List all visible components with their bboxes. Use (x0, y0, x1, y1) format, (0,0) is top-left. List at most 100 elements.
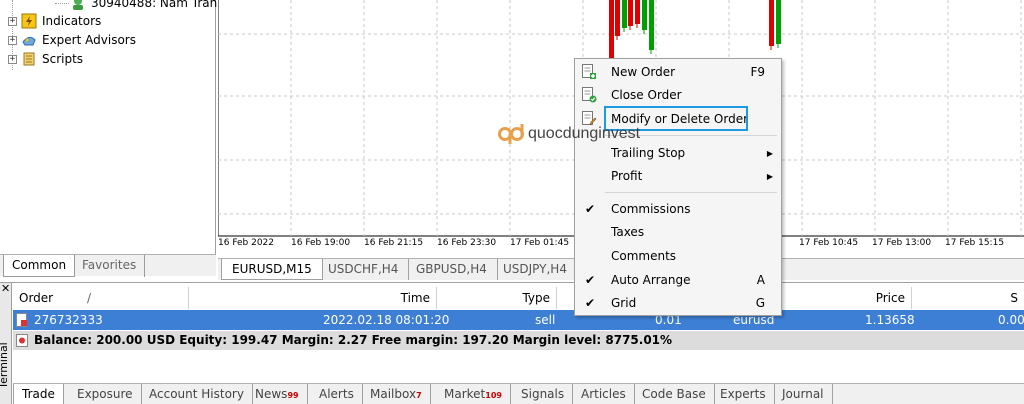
submenu-arrow-icon: ▶ (766, 171, 773, 181)
terminal-side-label: Terminal (0, 342, 10, 389)
time-axis-label: 17 Feb 10:45 (799, 238, 859, 248)
column-header-label: Order (19, 291, 54, 305)
menu-label: Grid (611, 296, 637, 310)
menu-item-auto-arrange[interactable]: ✔ Auto Arrange A (575, 269, 781, 291)
terminal-tabs: Trade Exposure Account History News99 Al… (13, 383, 1024, 404)
tab-label: News (255, 387, 288, 401)
menu-label: Profit (611, 169, 643, 183)
menu-item-close-order[interactable]: Close Order (575, 84, 781, 106)
tab-favorites[interactable]: Favorites (74, 255, 146, 277)
candle-body (642, 0, 647, 30)
candle-body (769, 0, 774, 46)
close-order-icon (581, 87, 597, 103)
tab-label: Experts (720, 387, 766, 401)
time-axis-label: 16 Feb 2022 (218, 238, 275, 248)
new-order-icon (581, 64, 597, 80)
menu-item-new-order[interactable]: New Order F9 (575, 61, 781, 83)
tab-news[interactable]: News99 (247, 384, 308, 404)
menu-label: Trailing Stop (611, 146, 686, 160)
menu-shortcut: G (755, 296, 765, 310)
navigator-panel: 30940488: Nam Tran + Indicators + Expert… (0, 0, 217, 277)
terminal-side-bar: ✕ Terminal (0, 283, 12, 404)
tab-label: Mailbox (370, 387, 417, 401)
column-header-price[interactable]: Price (780, 287, 912, 309)
tree-item-expert-advisors[interactable]: + Expert Advisors (8, 31, 136, 49)
menu-label: Commissions (611, 202, 691, 216)
sort-indicator: / (86, 291, 91, 305)
expand-icon[interactable]: + (8, 54, 17, 64)
menu-item-comments[interactable]: Comments (575, 245, 781, 267)
time-axis-label: 16 Feb 19:00 (291, 238, 351, 248)
candle-body (635, 0, 640, 24)
tab-label: Market (444, 387, 486, 401)
order-icon (16, 310, 28, 330)
tab-market[interactable]: Market109 (436, 384, 511, 404)
tab-label: Account History (149, 387, 244, 401)
tab-journal[interactable]: Journal (774, 384, 833, 404)
balance-row: Balance: 200.00 USD Equity: 199.47 Margi… (13, 331, 1024, 350)
time-axis-label: 17 Feb 13:00 (872, 238, 932, 248)
menu-label: Taxes (611, 225, 645, 239)
close-icon[interactable]: ✕ (1, 283, 10, 294)
account-icon (70, 0, 86, 11)
tab-label: Articles (581, 387, 626, 401)
chart-tab-usdjpy[interactable]: USDJPY,H4 (493, 259, 578, 280)
tab-signals[interactable]: Signals (513, 384, 574, 404)
chart-tab-usdchf[interactable]: USDCHF,H4 (318, 259, 410, 280)
tab-label: Signals (521, 387, 565, 401)
menu-label: Close Order (611, 88, 682, 102)
tree-label-indicators: Indicators (42, 14, 102, 28)
expand-icon[interactable]: + (8, 16, 17, 26)
tab-experts[interactable]: Experts (712, 384, 775, 404)
candle-body (776, 0, 781, 44)
order-id: 276732333 (34, 313, 103, 327)
menu-shortcut: A (756, 273, 765, 287)
chart-tab-gbpusd[interactable]: GBPUSD,H4 (406, 259, 498, 280)
checkmark-icon: ✔ (585, 296, 596, 310)
account-label: 30940488: Nam Tran (91, 0, 218, 10)
table-row[interactable]: 276732333 2022.02.18 08:01:20 sell 0.01 … (13, 310, 1024, 330)
time-axis-label: 17 Feb 15:15 (945, 238, 1005, 248)
tab-label: Trade (22, 387, 55, 401)
tab-articles[interactable]: Articles (573, 384, 635, 404)
account-item[interactable]: 30940488: Nam Tran (70, 0, 217, 12)
menu-item-taxes[interactable]: Taxes (575, 221, 781, 243)
tab-exposure[interactable]: Exposure (69, 384, 142, 404)
tree-item-indicators[interactable]: + Indicators (8, 12, 101, 30)
candle-body (622, 0, 627, 28)
mailbox-count-badge: 7 (416, 391, 422, 400)
menu-separator (605, 192, 777, 193)
column-header-order[interactable]: Order / (13, 287, 189, 309)
menu-shortcut: F9 (750, 65, 765, 79)
order-sl: 0.00 (998, 313, 1024, 327)
tree-label-expert-advisors: Expert Advisors (42, 33, 136, 47)
time-axis-label: 16 Feb 23:30 (437, 238, 497, 248)
time-axis-label: 17 Feb 01:45 (510, 238, 570, 248)
candle-body (609, 0, 614, 58)
tree-item-scripts[interactable]: + Scripts (8, 50, 83, 68)
chart-tab-eurusd[interactable]: EURUSD,M15 (221, 259, 323, 280)
tab-alerts[interactable]: Alerts (311, 384, 363, 404)
menu-item-profit[interactable]: Profit ▶ (575, 165, 781, 187)
order-price: 1.13658 (865, 313, 915, 327)
tab-account-history[interactable]: Account History (141, 384, 253, 404)
tab-code-base[interactable]: Code Base (634, 384, 715, 404)
tab-mailbox[interactable]: Mailbox7 (362, 384, 431, 404)
watermark-logo-icon (498, 124, 524, 144)
candle-body (628, 0, 633, 26)
column-header-sl[interactable]: S (912, 287, 1024, 309)
checkmark-icon: ✔ (585, 202, 596, 216)
tab-trade[interactable]: Trade (13, 384, 64, 404)
expert-advisor-icon (21, 32, 37, 48)
expand-icon[interactable]: + (8, 35, 17, 45)
menu-item-grid[interactable]: ✔ Grid G (575, 292, 781, 314)
menu-item-commissions[interactable]: ✔ Commissions (575, 198, 781, 220)
candle-body (649, 0, 654, 50)
tab-common[interactable]: Common (3, 255, 76, 277)
column-header-time[interactable]: Time (189, 287, 437, 309)
tree-label-scripts: Scripts (42, 52, 84, 66)
order-type: sell (535, 313, 556, 327)
column-header-type[interactable]: Type (437, 287, 557, 309)
script-icon (21, 51, 37, 67)
time-axis-label: 16 Feb 21:15 (364, 238, 424, 248)
